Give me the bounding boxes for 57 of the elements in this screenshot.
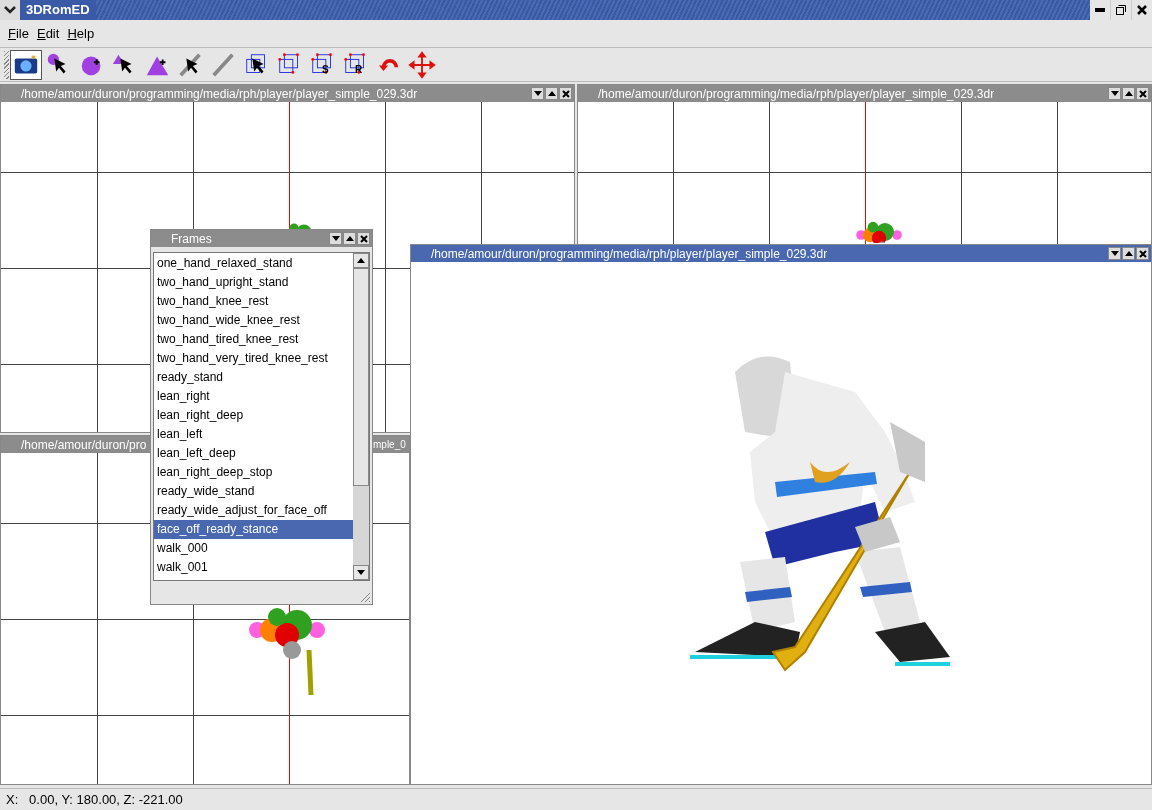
resize-grip-icon[interactable] (359, 591, 371, 603)
frame-list-item[interactable]: two_hand_upright_stand (154, 273, 353, 292)
window-title: /home/amour/duron/pro (21, 437, 147, 454)
close-icon[interactable] (559, 87, 572, 100)
window-title: /home/amour/duron/programming/media/rph/player/player_simple_029.3dr (430, 245, 828, 263)
frame-list-item[interactable]: ready_wide_adjust_for_face_off (154, 501, 353, 520)
app-title: 3DRomED (20, 0, 96, 20)
maximize-icon[interactable] (343, 232, 356, 245)
scrollbar[interactable] (353, 253, 369, 580)
frame-list-item[interactable]: two_hand_very_tired_knee_rest (154, 349, 353, 368)
scroll-down-icon[interactable] (353, 565, 369, 580)
restore-icon[interactable] (1111, 0, 1131, 20)
tool-letter: S (322, 64, 329, 75)
frame-list-item[interactable]: ready_stand (154, 368, 353, 387)
frame-list-item[interactable]: lean_right_deep_stop (154, 463, 353, 482)
frame-list-item[interactable]: lean_right_deep (154, 406, 353, 425)
frame-list-item[interactable]: lean_left (154, 425, 353, 444)
frame-list-item[interactable]: ready_wide_stand (154, 482, 353, 501)
maximize-icon[interactable] (1122, 247, 1135, 260)
menu-item[interactable]: Edit (36, 23, 60, 44)
tool-button[interactable]: S (307, 49, 339, 80)
tool-button[interactable] (10, 49, 42, 80)
frame-list-item[interactable]: two_hand_wide_knee_rest (154, 311, 353, 330)
frame-list-item[interactable]: one_hand_relaxed_stand (154, 254, 353, 273)
toolbar-grip[interactable] (4, 50, 9, 79)
move-arrows-icon (408, 50, 436, 79)
frame-list-item[interactable]: lean_right (154, 387, 353, 406)
window-title: /home/amour/duron/programming/media/rph/player/player_simple_029.3dr (597, 85, 995, 103)
window-menu-icon[interactable] (0, 0, 20, 20)
close-icon[interactable] (1132, 0, 1152, 20)
minimize-icon[interactable] (1090, 0, 1110, 20)
close-icon[interactable] (1136, 87, 1149, 100)
coordinates-readout: X: 0.00, Y: 180.00, Z: -221.00 (6, 790, 183, 809)
frame-list-item[interactable]: lean_left_deep (154, 444, 353, 463)
frame-list-item[interactable]: walk_000 (154, 539, 353, 558)
scroll-up-icon[interactable] (353, 253, 369, 268)
window-title: mple_0 (373, 438, 406, 452)
rotate-arrow-icon (378, 57, 400, 72)
maximize-icon[interactable] (1122, 87, 1135, 100)
scroll-thumb[interactable] (353, 268, 369, 486)
close-icon[interactable] (1136, 247, 1149, 260)
tool-button[interactable]: R (340, 49, 372, 80)
dropdown-icon[interactable] (1108, 87, 1121, 100)
menu-item[interactable]: File (8, 23, 29, 44)
maximize-icon[interactable] (545, 87, 558, 100)
frame-list-item[interactable]: two_hand_tired_knee_rest (154, 330, 353, 349)
tool-letter: R (355, 64, 363, 75)
dropdown-icon[interactable] (531, 87, 544, 100)
menu-item[interactable]: Help (67, 23, 95, 44)
dropdown-icon[interactable] (1108, 247, 1121, 260)
window-title: /home/amour/duron/programming/media/rph/player/player_simple_029.3dr (20, 85, 418, 103)
dropdown-icon[interactable] (329, 232, 342, 245)
close-icon[interactable] (357, 232, 370, 245)
frame-list-item[interactable]: two_hand_knee_rest (154, 292, 353, 311)
window-title: Frames (170, 230, 212, 248)
frame-list-item[interactable]: walk_001 (154, 558, 353, 577)
frame-list-item[interactable]: face_off_ready_stance (154, 520, 353, 539)
